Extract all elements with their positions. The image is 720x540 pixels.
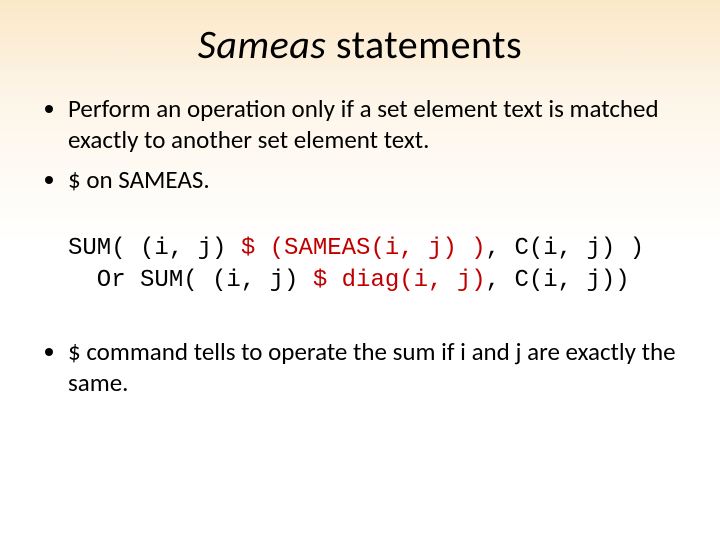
code-highlight: $ diag(i, j) [313, 267, 486, 294]
code-block: SUM( (i, j) $ (SAMEAS(i, j) ), C(i, j) )… [68, 233, 680, 298]
bullet-item: $ command tells to operate the sum if i … [68, 336, 680, 399]
slide-title: Sameas statements [40, 20, 680, 69]
code-text: Or SUM( (i, j) [68, 267, 313, 294]
bullet-item: $ on SAMEAS. [68, 164, 680, 195]
code-highlight: $ (SAMEAS(i, j) ) [241, 235, 486, 262]
title-rest: statements [326, 20, 522, 69]
code-text: , C(i, j)) [486, 267, 630, 294]
bullet-list-top: Perform an operation only if a set eleme… [40, 93, 680, 195]
title-italic-word: Sameas [198, 20, 327, 69]
code-text: SUM( (i, j) [68, 235, 241, 262]
code-text: , C(i, j) ) [486, 235, 644, 262]
slide: Sameas statements Perform an operation o… [0, 0, 720, 540]
bullet-item: Perform an operation only if a set eleme… [68, 93, 680, 156]
bullet-list-bottom: $ command tells to operate the sum if i … [40, 336, 680, 399]
